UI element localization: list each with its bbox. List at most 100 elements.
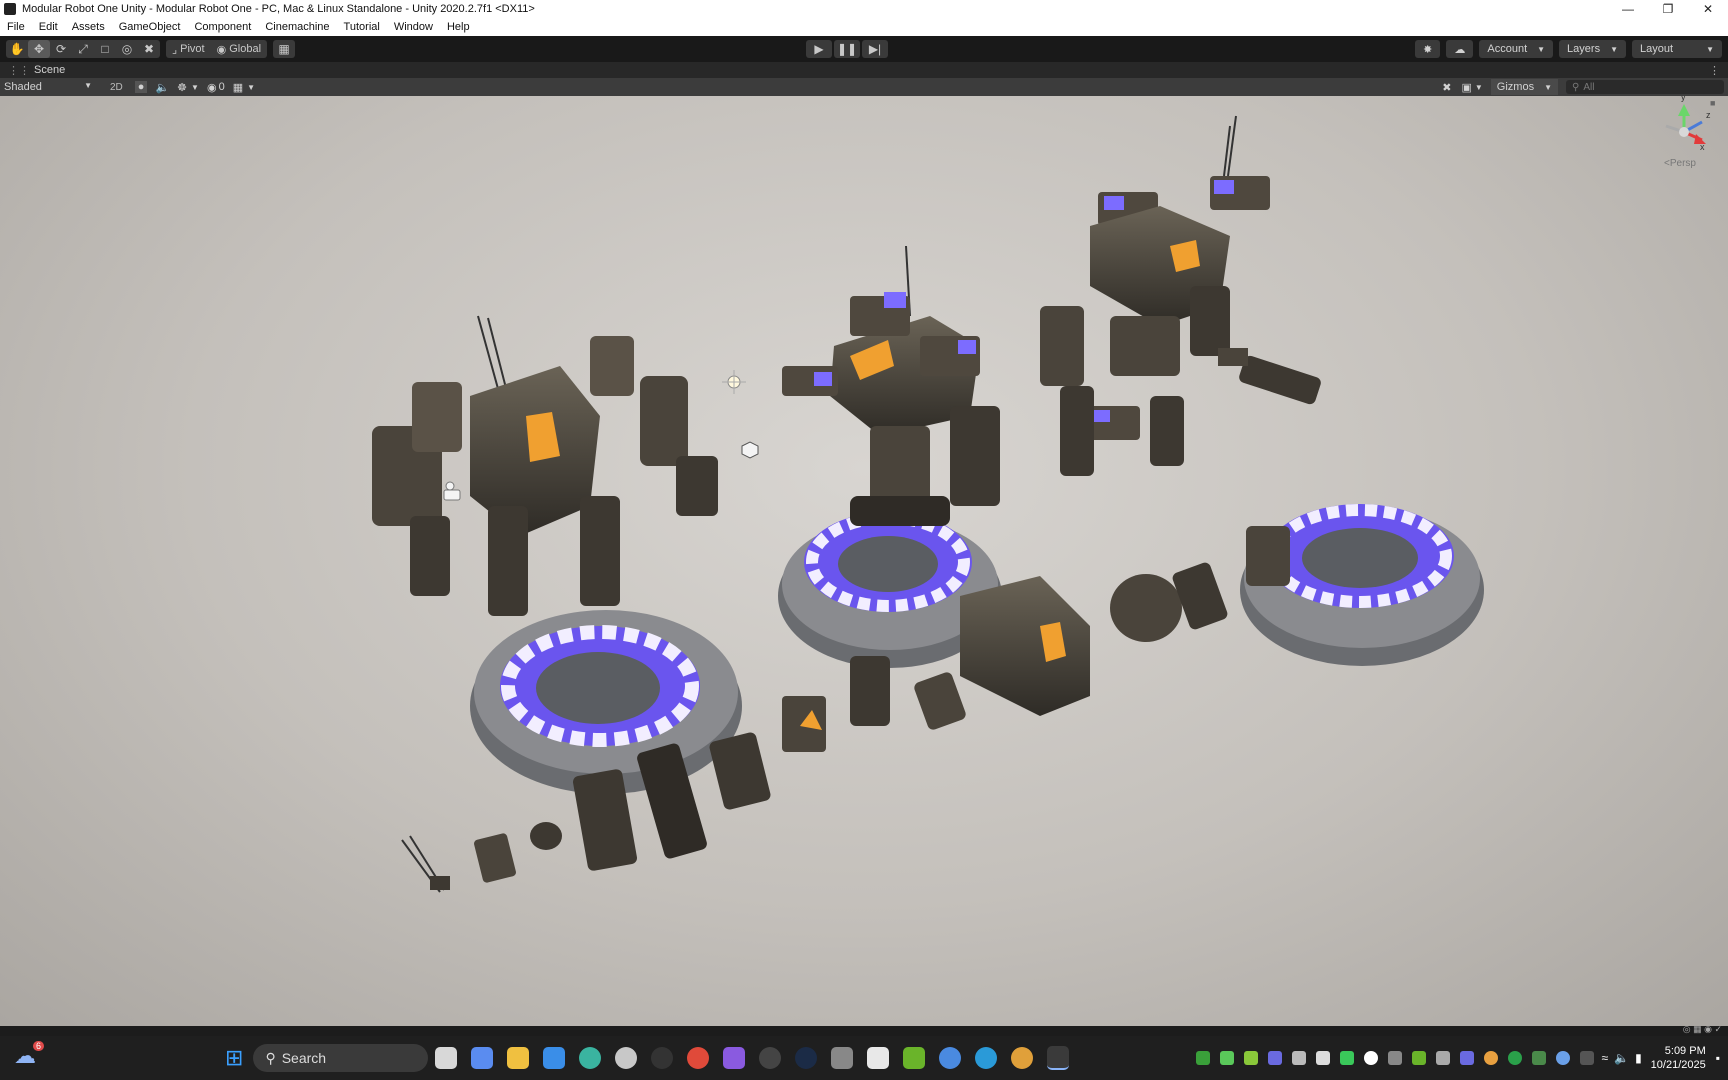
robot-mech-right[interactable] [1040, 115, 1322, 476]
menu-assets[interactable]: Assets [65, 21, 112, 33]
sync-tray-icon[interactable] [1555, 1051, 1570, 1065]
move-tool-icon[interactable]: ✥ [28, 40, 50, 58]
green-app-icon[interactable] [1219, 1051, 1234, 1065]
robot-mech-left[interactable] [372, 315, 718, 616]
menu-window[interactable]: Window [387, 21, 440, 33]
gizmos-dropdown[interactable]: Gizmos ▼ [1490, 79, 1558, 95]
chevron-down-icon[interactable]: ▼ [1475, 83, 1483, 92]
rotate-tool-icon[interactable]: ⟳ [50, 40, 72, 58]
pause-button[interactable]: ❚❚ [834, 40, 860, 58]
audio-toggle-icon[interactable]: 🔈 [155, 81, 169, 94]
tab-scene[interactable]: Scene [34, 64, 65, 76]
visual-studio-icon[interactable] [1291, 1051, 1306, 1065]
edge-icon[interactable] [975, 1047, 998, 1069]
notification-bell-icon[interactable]: ▪ [1716, 1051, 1720, 1065]
store-icon[interactable] [543, 1047, 566, 1069]
pen-tray-icon[interactable] [1435, 1051, 1450, 1065]
chevron-down-icon[interactable]: ▼ [191, 83, 199, 92]
scene-viewport[interactable]: y z x ■ <Persp [0, 96, 1728, 1026]
alien-dark-app-icon[interactable] [651, 1047, 674, 1069]
grid-toggle-icon[interactable]: ▦ [233, 81, 243, 94]
account-dropdown[interactable]: Account ▼ [1479, 40, 1554, 58]
chrome-profile-icon[interactable] [1011, 1047, 1034, 1069]
projection-toggle[interactable]: <Persp [1664, 158, 1696, 169]
transform-tool-icon[interactable]: ◎ [116, 40, 138, 58]
camera-settings-icon[interactable]: ▣ [1461, 81, 1471, 94]
layers-dropdown[interactable]: Layers ▼ [1559, 40, 1626, 58]
menu-file[interactable]: File [0, 21, 32, 33]
cloud-tray-icon[interactable] [1387, 1051, 1402, 1065]
volume-icon[interactable]: 🔈 [1614, 1051, 1629, 1065]
start-button-icon[interactable]: ⊞ [225, 1045, 243, 1071]
step-button[interactable]: ▶| [862, 40, 888, 58]
play-button[interactable]: ▶ [806, 40, 832, 58]
chevron-down-icon[interactable]: ▼ [247, 83, 255, 92]
hidden-objects-icon[interactable]: ◉ [207, 81, 217, 94]
rect-tool-icon[interactable]: □ [94, 40, 116, 58]
cloud-button[interactable]: ☁ [1446, 40, 1474, 58]
close-button[interactable]: ✕ [1688, 0, 1728, 18]
taskbar-clock[interactable]: 5:09 PM 10/21/2025 [1651, 1044, 1706, 1072]
menu-tutorial[interactable]: Tutorial [337, 21, 387, 33]
alien-app-icon[interactable] [615, 1047, 638, 1069]
gpu-tray-icon[interactable] [1531, 1051, 1546, 1065]
file-explorer-icon[interactable] [507, 1047, 530, 1069]
sun-light-icon[interactable] [722, 370, 746, 394]
steam-icon[interactable] [795, 1047, 818, 1069]
menu-edit[interactable]: Edit [32, 21, 65, 33]
effects-toggle-icon[interactable]: ☸ [177, 81, 187, 94]
chevron-up-icon[interactable] [1579, 1051, 1594, 1065]
orange-tray-icon[interactable] [1483, 1051, 1498, 1065]
custom-tool-icon[interactable]: ✖ [138, 40, 160, 58]
menu-help[interactable]: Help [440, 21, 477, 33]
chart-app-icon[interactable] [867, 1047, 890, 1069]
wifi-icon[interactable]: ≈ [1602, 1051, 1609, 1065]
minimize-button[interactable]: — [1608, 0, 1648, 18]
camera-gizmo-icon[interactable] [443, 481, 461, 501]
menu-component[interactable]: Component [187, 21, 258, 33]
scene-search-field[interactable]: ⚲ All [1566, 80, 1724, 94]
menu-gameobject[interactable]: GameObject [112, 21, 188, 33]
maximize-button[interactable]: ❐ [1648, 0, 1688, 18]
robot-mech-center[interactable] [782, 245, 1000, 526]
taskbar-search-box[interactable]: ⚲ Search [253, 1044, 429, 1072]
battery-icon[interactable]: ▮ [1635, 1051, 1642, 1065]
scale-tool-icon[interactable]: ⤢ [72, 40, 94, 58]
lock-icon[interactable]: ■ [1710, 98, 1715, 108]
shield-tray-icon[interactable] [1339, 1051, 1354, 1065]
hand-tool-icon[interactable]: ✋ [6, 40, 28, 58]
grid-snap-icon[interactable]: ▦ [273, 40, 295, 58]
unity-hub-icon[interactable] [1315, 1051, 1330, 1065]
earth-app-icon[interactable] [939, 1047, 962, 1069]
chrome-icon[interactable] [687, 1047, 710, 1069]
green-circle-tray-icon[interactable] [1507, 1051, 1522, 1065]
tab-menu-icon[interactable]: ⋮ [1709, 64, 1720, 77]
tools-icon[interactable]: ✖ [1442, 81, 1451, 94]
task-view-icon[interactable] [435, 1047, 458, 1069]
nvidia-tray-icon[interactable] [1411, 1051, 1426, 1065]
xbox-icon[interactable] [1195, 1051, 1210, 1065]
collab-button[interactable]: ✸ [1415, 40, 1441, 58]
cube-gizmo-icon[interactable] [741, 441, 759, 459]
lighting-toggle-icon[interactable]: ● [134, 81, 148, 93]
global-toggle[interactable]: ◉ Global [211, 40, 267, 58]
copilot-icon[interactable] [471, 1047, 494, 1069]
pivot-toggle[interactable]: ⌟ Pivot [166, 40, 211, 58]
weather-widget[interactable]: ☁ 6 [14, 1041, 44, 1073]
orientation-gizmo[interactable] [1665, 104, 1706, 144]
grammarly-icon[interactable] [1363, 1051, 1378, 1065]
device-app-icon[interactable] [831, 1047, 854, 1069]
clapper-app-icon[interactable] [723, 1047, 746, 1069]
unity-taskbar-icon[interactable] [1047, 1046, 1070, 1070]
menu-cinemachine[interactable]: Cinemachine [258, 21, 336, 33]
nvidia-icon[interactable] [903, 1047, 926, 1069]
layout-dropdown[interactable]: Layout ▼ [1632, 40, 1722, 58]
browser-globe-icon[interactable] [579, 1047, 602, 1069]
platform-pad-left[interactable] [470, 610, 742, 794]
flag-tray-icon[interactable] [1459, 1051, 1474, 1065]
shading-mode-dropdown[interactable]: Shaded ▼ [0, 81, 96, 93]
mode-2d-toggle[interactable]: 2D [110, 82, 123, 93]
obs-icon[interactable] [759, 1047, 782, 1069]
chart-tray-icon[interactable] [1243, 1051, 1258, 1065]
teams-icon[interactable] [1267, 1051, 1282, 1065]
